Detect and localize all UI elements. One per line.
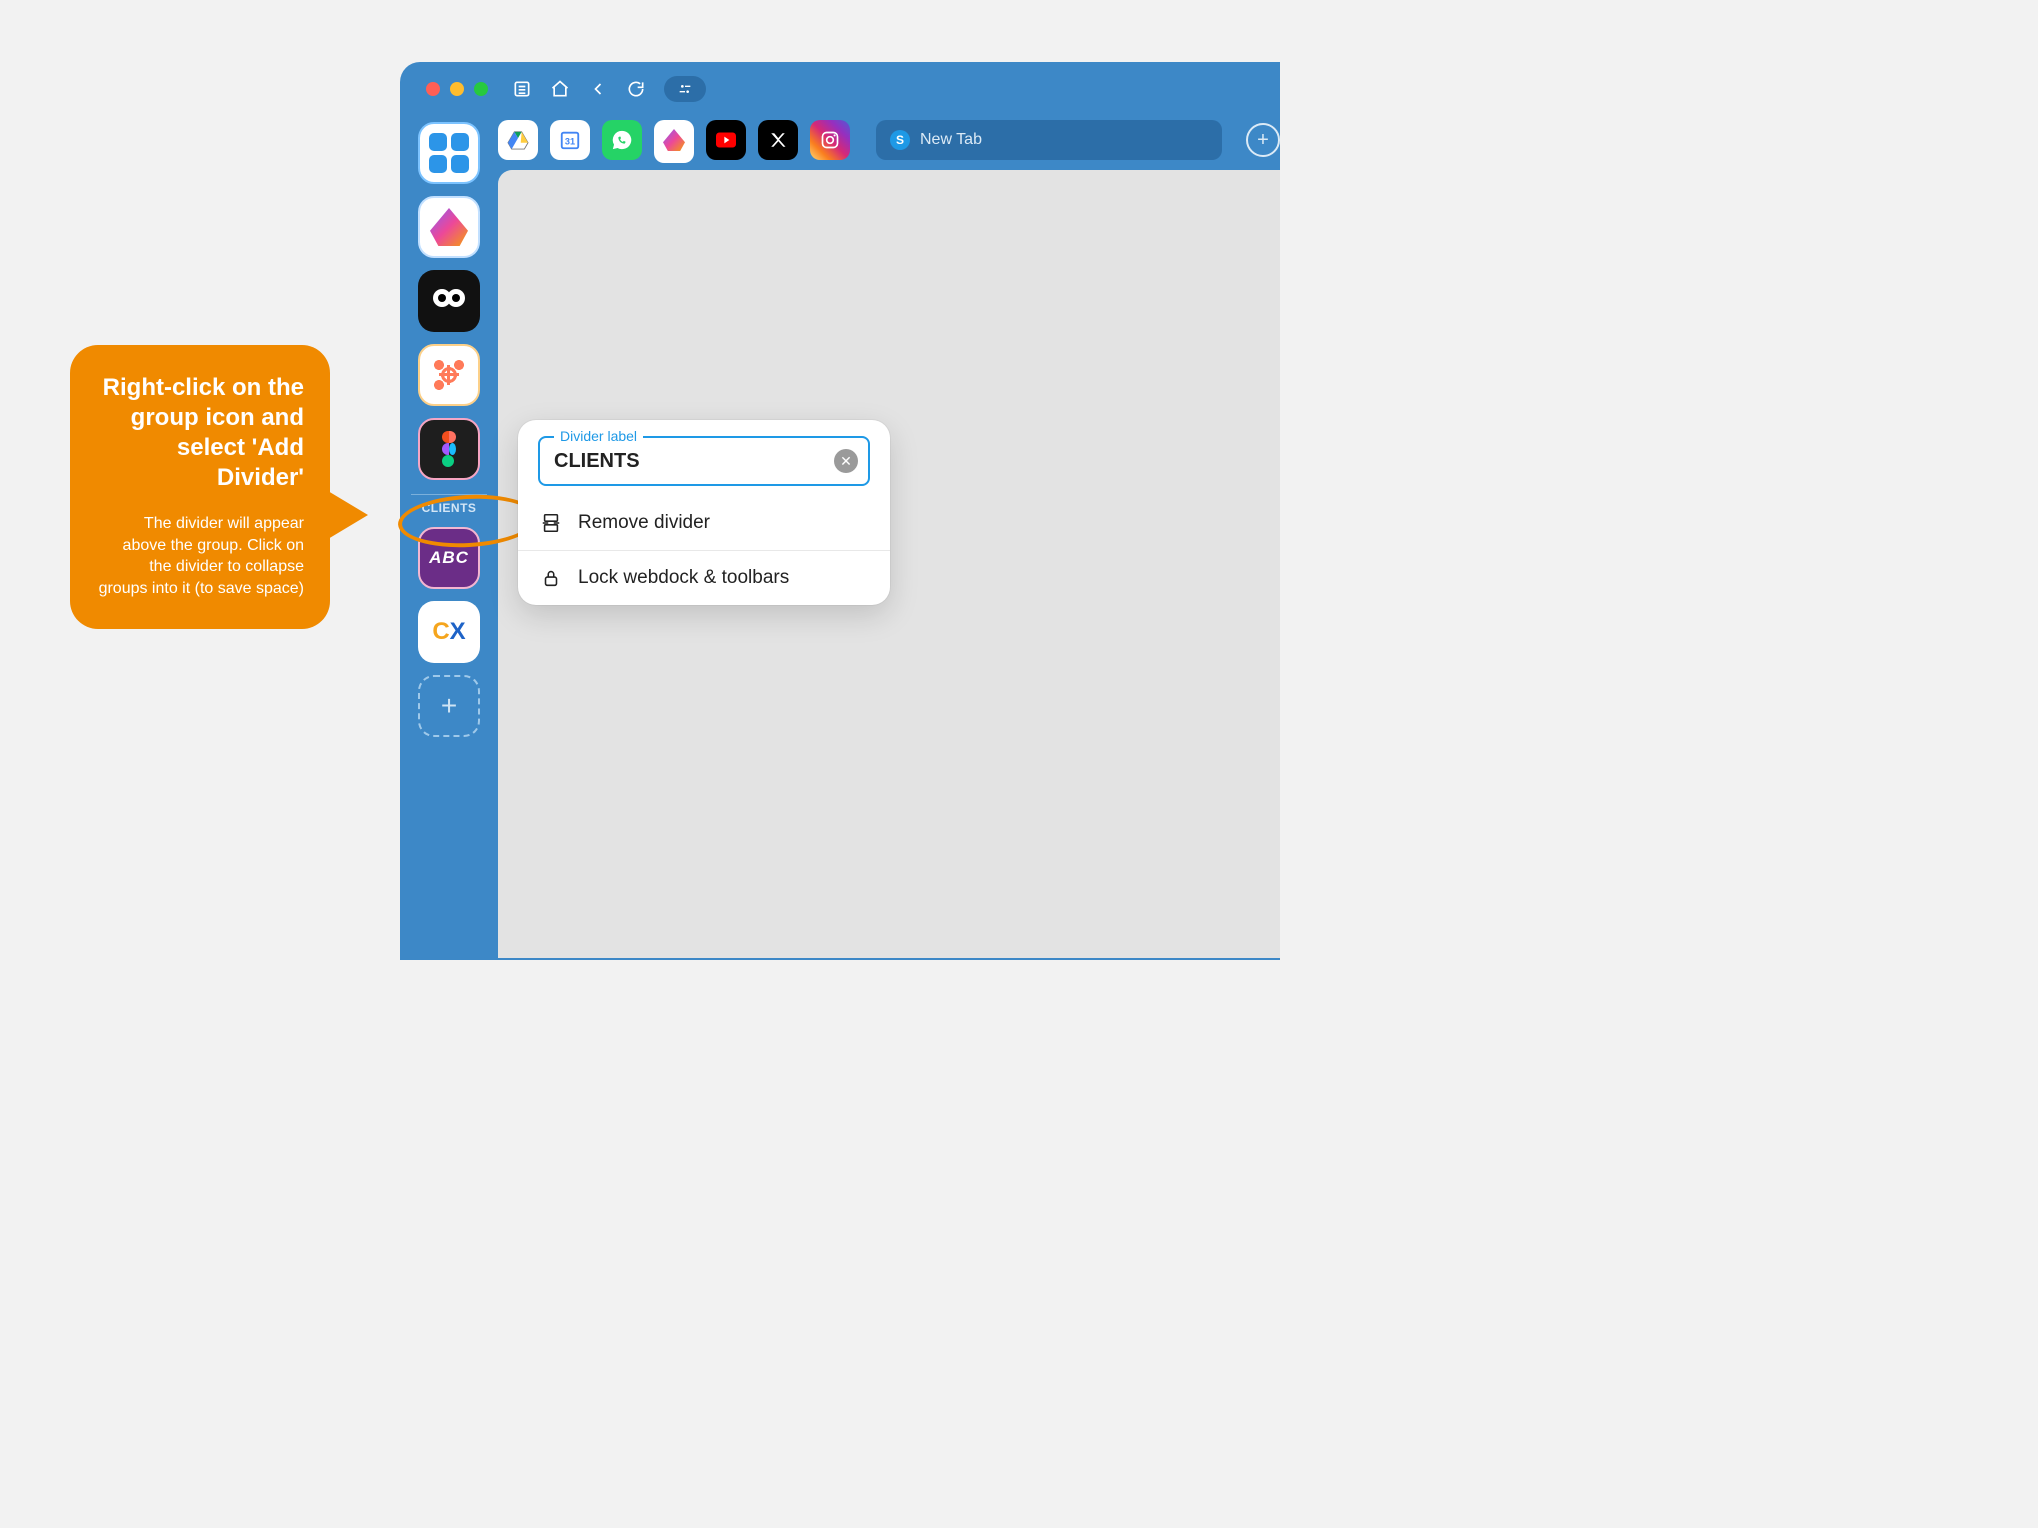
calendar-icon: 31 (559, 129, 581, 151)
instagram-icon (820, 130, 840, 150)
minimize-window-button[interactable] (450, 82, 464, 96)
close-window-button[interactable] (426, 82, 440, 96)
dock-clickup[interactable] (418, 196, 480, 258)
callout-card: Right-click on the group icon and select… (70, 345, 330, 629)
traffic-lights (426, 82, 488, 96)
x-icon (769, 131, 787, 149)
clickup-icon (430, 208, 468, 246)
lock-webdock-label: Lock webdock & toolbars (578, 567, 789, 589)
callout-headline: Right-click on the group icon and select… (96, 373, 304, 493)
apps-grid-button[interactable] (418, 122, 480, 184)
close-icon: ✕ (840, 453, 852, 470)
hubspot-icon (433, 359, 465, 391)
new-tab-label: New Tab (920, 131, 982, 149)
youtube-icon (716, 132, 736, 148)
list-icon[interactable] (512, 79, 532, 99)
home-icon[interactable] (550, 79, 570, 99)
tab-youtube[interactable] (706, 120, 746, 160)
tab-x[interactable] (758, 120, 798, 160)
divider-label-caption: Divider label (554, 428, 643, 444)
dock-client-abc[interactable]: ABC (418, 527, 480, 589)
dock-hubspot[interactable] (418, 344, 480, 406)
webdock-divider[interactable]: CLIENTS (411, 494, 487, 515)
dock-hootsuite[interactable] (418, 270, 480, 332)
drive-icon (507, 130, 529, 150)
tab-instagram[interactable] (810, 120, 850, 160)
divider-context-menu: Divider label ✕ Remove divider Lock webd… (518, 420, 890, 605)
webdock: CLIENTS ABC CX + (400, 116, 498, 958)
new-tab[interactable]: S New Tab (876, 120, 1222, 160)
apps-grid-icon (429, 133, 469, 173)
callout-pointer-icon (328, 491, 368, 539)
reload-icon[interactable] (626, 79, 646, 99)
owl-icon (431, 286, 467, 316)
site-settings-button[interactable] (664, 76, 706, 102)
tab-drive[interactable] (498, 120, 538, 160)
dock-client-cx[interactable]: CX (418, 601, 480, 663)
tab-clickup[interactable] (654, 120, 694, 160)
tab-calendar[interactable]: 31 (550, 120, 590, 160)
whatsapp-icon (611, 129, 633, 151)
zoom-window-button[interactable] (474, 82, 488, 96)
callout-body: The divider will appear above the group.… (96, 513, 304, 599)
add-dock-slot-button[interactable]: + (418, 675, 480, 737)
titlebar (400, 62, 1280, 116)
new-tab-button[interactable]: + (1246, 123, 1280, 157)
svg-text:31: 31 (565, 137, 575, 147)
remove-divider-label: Remove divider (578, 512, 710, 534)
clickup-icon (663, 129, 685, 151)
lock-webdock-item[interactable]: Lock webdock & toolbars (518, 551, 890, 605)
cx-icon: CX (432, 618, 465, 646)
tab-whatsapp[interactable] (602, 120, 642, 160)
plus-icon: + (441, 690, 457, 722)
remove-divider-icon (540, 512, 562, 534)
remove-divider-item[interactable]: Remove divider (518, 496, 890, 550)
clear-input-button[interactable]: ✕ (834, 449, 858, 473)
shift-fav-icon: S (890, 130, 910, 150)
dock-figma[interactable] (418, 418, 480, 480)
tabstrip: 31 S New Tab (498, 116, 1280, 170)
figma-icon (442, 431, 456, 467)
lock-icon (540, 567, 562, 589)
abc-label: ABC (429, 548, 469, 568)
back-icon[interactable] (588, 79, 608, 99)
